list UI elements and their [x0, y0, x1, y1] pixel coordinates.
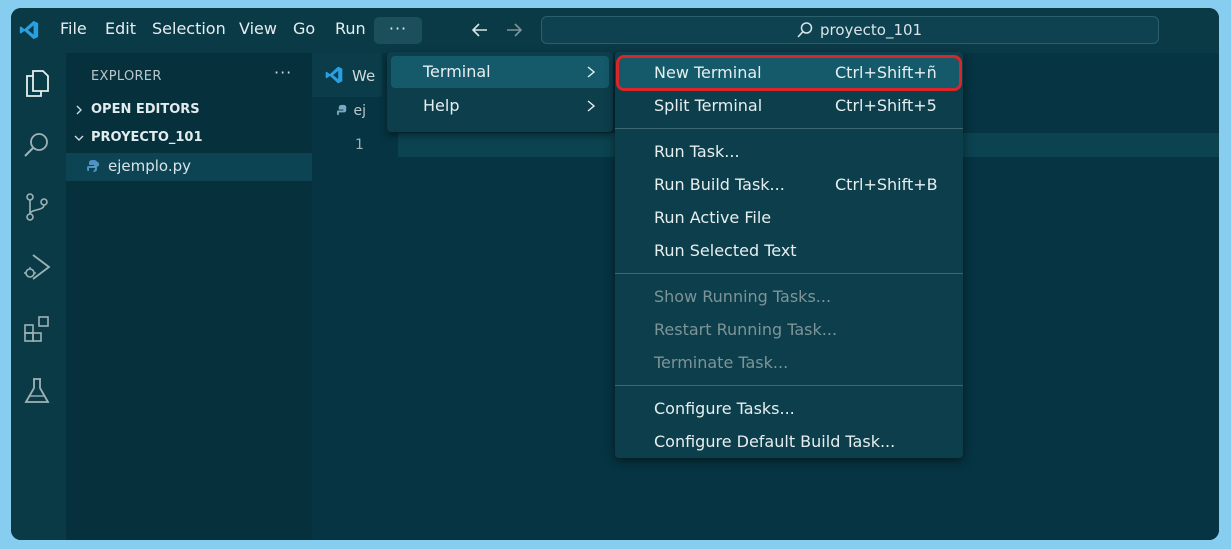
menu-item-new-terminal[interactable]: New Terminal Ctrl+Shift+ñ: [616, 55, 962, 91]
more-menus-button[interactable]: ···: [374, 17, 422, 44]
menu-item-label: Run Build Task...: [654, 175, 785, 194]
line-number: 1: [355, 137, 364, 153]
menu-item-configure-tasks[interactable]: Configure Tasks...: [619, 394, 959, 424]
menu-item-label: Run Task...: [654, 142, 740, 161]
menu-item-label: Split Terminal: [654, 96, 763, 115]
menu-item-restart-running-task: Restart Running Task...: [619, 315, 959, 345]
menu-item-configure-default-build-task[interactable]: Configure Default Build Task...: [619, 427, 959, 457]
menu-item-label: Run Active File: [654, 208, 772, 227]
chevron-down-icon: [74, 135, 84, 141]
vscode-window: File Edit Selection View Go Run ··· proy…: [11, 8, 1219, 540]
menu-item-label: Help: [423, 96, 460, 115]
section-open-editors[interactable]: OPEN EDITORS: [66, 96, 312, 124]
menu-item-label: Run Selected Text: [654, 241, 797, 260]
sidebar-title: EXPLORER: [91, 69, 162, 84]
terminal-submenu: New Terminal Ctrl+Shift+ñ Split Terminal…: [615, 52, 963, 458]
chevron-right-icon: [587, 100, 596, 112]
source-control-icon[interactable]: [21, 191, 53, 223]
menu-item-label: Terminal: [423, 62, 491, 81]
menu-item-label: Show Running Tasks...: [654, 287, 832, 306]
menu-item-label: Restart Running Task...: [654, 320, 838, 339]
shortcut-label: Ctrl+Shift+ñ: [835, 63, 937, 82]
menu-separator: [615, 273, 963, 274]
menu-go[interactable]: Go: [293, 19, 315, 38]
section-label: OPEN EDITORS: [91, 102, 200, 117]
menu-item-terminal[interactable]: Terminal: [391, 56, 609, 88]
extensions-icon[interactable]: [21, 313, 53, 345]
vscode-logo-icon: [19, 20, 39, 40]
file-label: ejemplo.py: [108, 157, 192, 175]
menu-item-run-build-task[interactable]: Run Build Task... Ctrl+Shift+B: [619, 170, 959, 200]
menu-file[interactable]: File: [60, 19, 87, 38]
menu-item-run-active-file[interactable]: Run Active File: [619, 203, 959, 233]
menu-item-terminate-task: Terminate Task...: [619, 348, 959, 378]
menu-item-label: Configure Tasks...: [654, 399, 795, 418]
menu-item-split-terminal[interactable]: Split Terminal Ctrl+Shift+5: [619, 91, 959, 121]
python-file-icon: [87, 160, 99, 172]
file-item-ejemplo[interactable]: ejemplo.py: [66, 153, 312, 181]
explorer-sidebar: EXPLORER ··· OPEN EDITORS PROYECTO_101 e…: [66, 53, 312, 540]
explorer-icon[interactable]: [21, 67, 53, 99]
python-file-icon: [336, 104, 347, 116]
tab-label: We: [352, 67, 376, 85]
menu-view[interactable]: View: [239, 19, 277, 38]
tab-welcome[interactable]: We: [312, 53, 382, 97]
menu-item-show-running-tasks: Show Running Tasks...: [619, 282, 959, 312]
vscode-logo-icon: [325, 66, 343, 84]
testing-icon[interactable]: [21, 375, 53, 407]
menu-separator: [615, 128, 963, 129]
menu-run[interactable]: Run: [335, 19, 366, 38]
back-arrow-icon[interactable]: [469, 19, 491, 41]
menu-separator: [615, 385, 963, 386]
menu-item-label: New Terminal: [654, 63, 762, 82]
menu-item-run-task[interactable]: Run Task...: [619, 137, 959, 167]
section-label: PROYECTO_101: [91, 130, 203, 145]
breadcrumb[interactable]: ej: [336, 103, 366, 119]
search-icon[interactable]: [21, 129, 53, 161]
search-text: proyecto_101: [820, 21, 923, 39]
sidebar-more-button[interactable]: ···: [274, 63, 292, 82]
chevron-right-icon: [587, 66, 596, 78]
shortcut-label: Ctrl+Shift+B: [835, 175, 938, 194]
shortcut-label: Ctrl+Shift+5: [835, 96, 937, 115]
menu-selection[interactable]: Selection: [152, 19, 226, 38]
menu-item-label: Terminate Task...: [654, 353, 789, 372]
section-project[interactable]: PROYECTO_101: [66, 124, 312, 152]
forward-arrow-icon[interactable]: [503, 19, 525, 41]
menu-item-run-selected-text[interactable]: Run Selected Text: [619, 236, 959, 266]
overflow-menu: Terminal Help: [387, 52, 613, 132]
menu-edit[interactable]: Edit: [105, 19, 136, 38]
breadcrumb-label: ej: [353, 103, 366, 119]
title-bar: File Edit Selection View Go Run ··· proy…: [11, 8, 1219, 53]
activity-bar: [11, 53, 66, 540]
menu-item-help[interactable]: Help: [391, 90, 609, 122]
search-icon: [797, 22, 813, 38]
command-center-search[interactable]: proyecto_101: [541, 16, 1159, 44]
menu-item-label: Configure Default Build Task...: [654, 432, 896, 451]
run-debug-icon[interactable]: [21, 251, 53, 283]
chevron-right-icon: [76, 105, 82, 115]
